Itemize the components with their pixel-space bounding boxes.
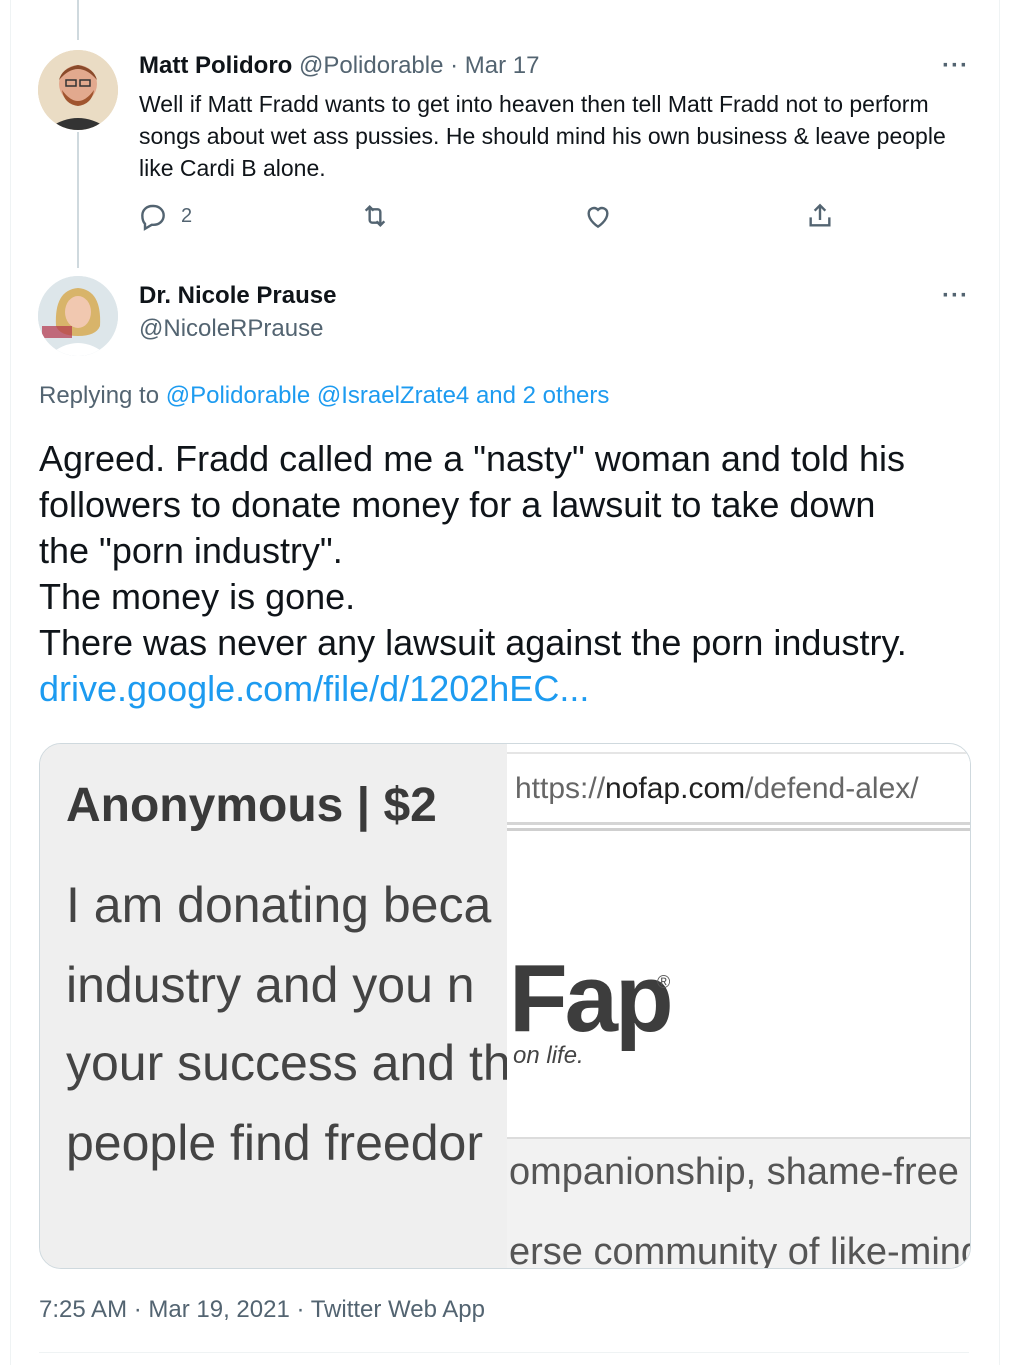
author-handle[interactable]: @Polidorable	[299, 52, 443, 79]
like-icon	[582, 200, 614, 232]
tweet-text-line: There was never any lawsuit against the …	[39, 622, 907, 663]
donor-text-line: people find freedor	[66, 1115, 483, 1171]
replying-prefix: Replying to	[39, 382, 160, 409]
retweet-icon	[359, 200, 391, 232]
url-bar: https://nofap.com/defend-alex/	[507, 752, 970, 825]
replying-to-users[interactable]: @Polidorable @IsraelZrate4 and 2 others	[166, 382, 610, 409]
author-handle[interactable]: @NicoleRPrause	[139, 315, 323, 343]
donor-heading: Anonymous | $2	[66, 779, 437, 832]
parent-tweet-text: Well if Matt Fradd wants to get into hea…	[139, 91, 946, 181]
tweet-actions: 2	[137, 200, 847, 236]
media-image-right: https://nofap.com/defend-alex/ Fap ® on …	[507, 744, 970, 1268]
share-button[interactable]	[804, 200, 836, 232]
thread-line-top	[77, 0, 79, 40]
author-name[interactable]: Dr. Nicole Prause	[139, 282, 336, 310]
description-line: erse community of like-mind	[509, 1231, 970, 1268]
more-icon[interactable]: ···	[942, 52, 969, 80]
description-line: ompanionship, shame-free a	[509, 1151, 970, 1193]
url-path: /defend-alex/	[745, 772, 919, 805]
nofap-logo: Fap	[509, 945, 674, 1052]
description-box: ompanionship, shame-free a erse communit…	[507, 1137, 970, 1268]
tweet-timestamp[interactable]: 7:25 AM · Mar 19, 2021 · Twitter Web App	[39, 1296, 485, 1324]
url-prefix: https://	[515, 772, 606, 805]
tweet-text-line: the "porn industry".	[39, 530, 343, 571]
reply-count: 2	[181, 204, 193, 227]
more-icon[interactable]: ···	[942, 282, 969, 310]
logo-tagline: on life.	[513, 1042, 584, 1069]
author-name[interactable]: Matt Polidoro	[139, 52, 292, 79]
donor-text-line: industry and you n	[66, 957, 475, 1013]
thread-line	[77, 132, 79, 268]
tweet-media[interactable]: Anonymous | $2 I am donating beca indust…	[39, 743, 971, 1269]
separator: ·	[450, 52, 459, 79]
reply-button[interactable]: 2	[137, 200, 192, 232]
divider	[39, 1352, 969, 1353]
parent-tweet-header: Matt Polidoro @Polidorable · Mar 17	[139, 52, 540, 80]
tweet-text-line: The money is gone.	[39, 576, 356, 617]
donor-text-line: I am donating beca	[66, 877, 492, 933]
replying-to: Replying to @Polidorable @IsraelZrate4 a…	[39, 382, 609, 410]
tweet-date[interactable]: Mar 17	[465, 52, 540, 79]
like-button[interactable]	[582, 200, 614, 232]
avatar-matt-polidoro[interactable]	[38, 50, 118, 130]
reply-icon	[137, 200, 169, 232]
registered-mark: ®	[657, 972, 671, 992]
tweet-link[interactable]: drive.google.com/file/d/1202hEC...	[39, 666, 979, 712]
tweet-text-line: followers to donate money for a lawsuit …	[39, 484, 876, 525]
tweet-text-line: Agreed. Fradd called me a "nasty" woman …	[39, 438, 906, 479]
media-image-left: Anonymous | $2 I am donating beca indust…	[40, 744, 507, 1268]
url-text: https://nofap.com/defend-alex/	[515, 772, 919, 806]
share-icon	[804, 200, 836, 232]
url-bar-divider	[507, 828, 970, 831]
donor-text-line: your success and th	[66, 1035, 507, 1091]
main-tweet-text: Agreed. Fradd called me a "nasty" woman …	[39, 436, 979, 712]
url-domain: nofap.com	[605, 772, 746, 805]
retweet-button[interactable]	[359, 200, 391, 232]
avatar-nicole-prause[interactable]	[38, 276, 118, 356]
